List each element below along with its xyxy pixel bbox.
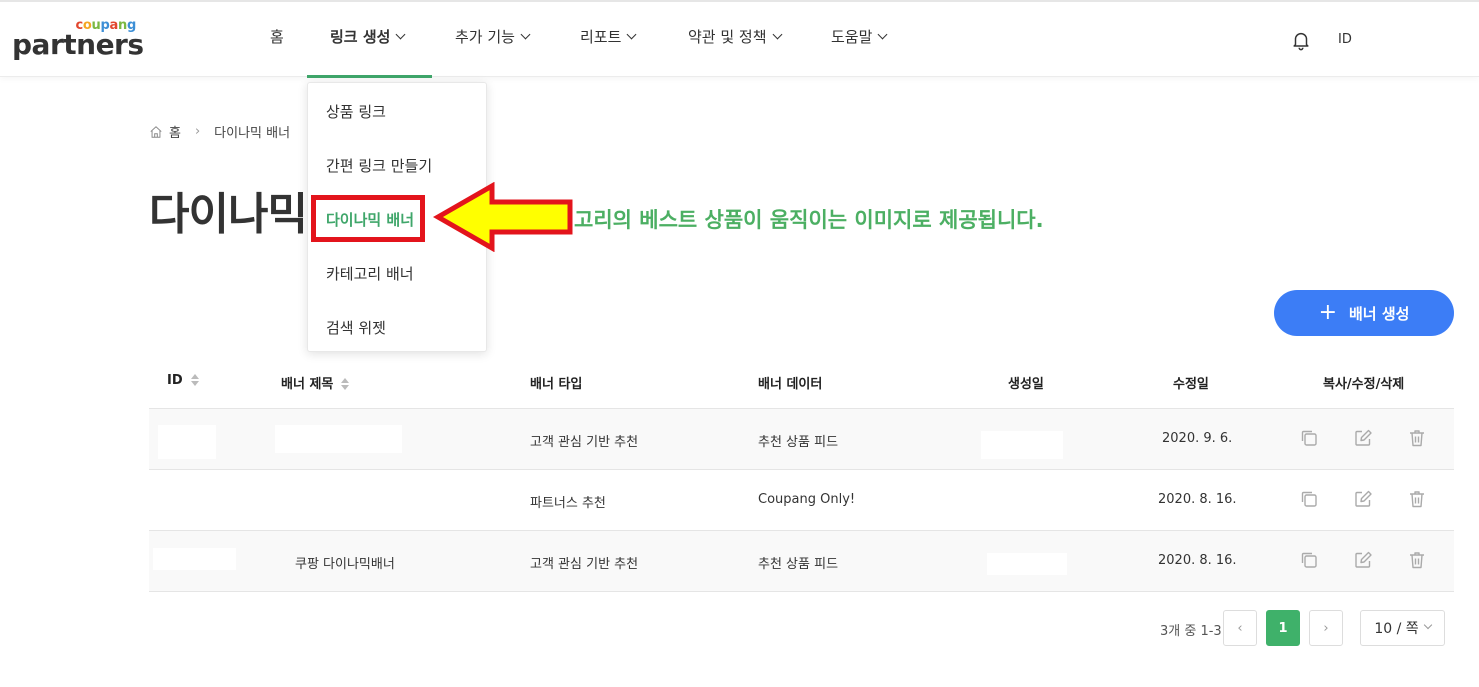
page-description: 고리의 베스트 상품이 움직이는 이미지로 제공됩니다. (574, 208, 1044, 232)
annotation-arrow-icon (432, 182, 573, 252)
plus-icon: + (1318, 299, 1337, 325)
banner-table: ID 배너 제목 배너 타입 배너 데이터 생성일 수정일 복사/수정/삭제 고… (149, 353, 1454, 592)
trash-icon[interactable] (1407, 428, 1427, 448)
copy-icon[interactable] (1299, 428, 1319, 448)
cell-data: 추천 상품 피드 (758, 435, 839, 450)
page-button-current[interactable]: 1 (1266, 610, 1300, 646)
redacted-id (158, 425, 216, 459)
create-banner-label: 배너 생성 (1349, 304, 1410, 323)
column-header-id[interactable]: ID (167, 373, 199, 388)
chevron-right-icon: › (1323, 620, 1329, 636)
chevron-down-icon (877, 29, 888, 40)
create-banner-button[interactable]: + 배너 생성 (1274, 290, 1454, 336)
cell-modified: 2020. 8. 16. (1158, 492, 1237, 507)
nav-item-label: 도움말 (831, 28, 873, 46)
table-row: 쿠팡 다이나믹배너 고객 관심 기반 추천 추천 상품 피드 2020. 8. … (149, 530, 1454, 591)
edit-icon[interactable] (1353, 550, 1373, 570)
page-size-select[interactable]: 10 / 쪽 (1360, 610, 1445, 646)
pagination-info: 3개 중 1-3 (1160, 624, 1222, 639)
nav-item-extra-features[interactable]: 추가 기능 (455, 26, 531, 47)
menu-item-search-widget[interactable]: 검색 위젯 (326, 317, 386, 338)
nav-item-home[interactable]: 홈 (270, 26, 284, 47)
next-page-button[interactable]: › (1309, 610, 1343, 646)
chevron-down-icon (395, 29, 406, 40)
redacted-created (981, 431, 1063, 459)
page-title: 다이나믹 배너 (149, 189, 314, 240)
cell-type: 고객 관심 기반 추천 (530, 557, 639, 572)
nav-item-label: 홈 (270, 28, 284, 46)
sort-icon[interactable] (190, 373, 199, 386)
active-nav-underline (307, 75, 432, 78)
table-row: 파트너스 추천 Coupang Only! 2020. 8. 16. (149, 469, 1454, 530)
logo-partners-text: partners (12, 28, 144, 61)
user-id[interactable]: ID (1338, 32, 1352, 47)
coupang-partners-logo[interactable]: coupang partners (12, 18, 144, 64)
chevron-down-icon (626, 29, 637, 40)
nav-item-label: 추가 기능 (455, 28, 515, 46)
table-header: ID 배너 제목 배너 타입 배너 데이터 생성일 수정일 복사/수정/삭제 (149, 353, 1454, 408)
column-header-modified: 수정일 (1173, 377, 1209, 392)
redacted-title (275, 425, 402, 453)
chevron-left-icon: ‹ (1237, 620, 1243, 636)
cell-type: 파트너스 추천 (530, 496, 606, 511)
sort-icon[interactable] (341, 377, 350, 390)
breadcrumb-separator: › (194, 124, 201, 139)
breadcrumb-current: 다이나믹 배너 (214, 126, 291, 141)
chevron-down-icon (520, 29, 531, 40)
menu-item-category-banner[interactable]: 카테고리 배너 (326, 263, 414, 284)
cell-title[interactable]: 쿠팡 다이나믹배너 (295, 553, 395, 572)
trash-icon[interactable] (1407, 550, 1427, 570)
top-navigation-bar: coupang partners 홈 링크 생성 추가 기능 리포트 약관 및 … (0, 0, 1479, 78)
breadcrumb: 홈 › 다이나믹 배너 (149, 122, 290, 141)
column-header-label: ID (167, 373, 183, 388)
nav-item-label: 링크 생성 (330, 28, 391, 46)
column-header-label: 배너 제목 (281, 377, 334, 392)
chevron-down-icon (772, 29, 782, 40)
nav-item-label: 리포트 (580, 28, 622, 46)
cell-modified: 2020. 8. 16. (1158, 553, 1237, 568)
column-header-actions: 복사/수정/삭제 (1323, 377, 1405, 392)
bell-icon[interactable] (1290, 29, 1312, 51)
trash-icon[interactable] (1407, 489, 1427, 509)
column-header-data: 배너 데이터 (758, 377, 823, 392)
nav-item-help[interactable]: 도움말 (831, 26, 888, 47)
home-icon (150, 125, 162, 138)
column-header-created: 생성일 (1008, 377, 1044, 392)
column-header-type: 배너 타입 (530, 377, 583, 392)
cell-data: Coupang Only! (758, 492, 856, 507)
nav-item-label: 약관 및 정책 (688, 28, 767, 46)
column-header-title[interactable]: 배너 제목 (281, 373, 350, 392)
table-row: 고객 관심 기반 추천 추천 상품 피드 2020. 9. 6. (149, 408, 1454, 469)
menu-item-product-link[interactable]: 상품 링크 (326, 101, 386, 122)
prev-page-button[interactable]: ‹ (1223, 610, 1257, 646)
edit-icon[interactable] (1353, 428, 1373, 448)
redacted-id (153, 548, 236, 570)
page-size-label: 10 / 쪽 (1374, 621, 1419, 637)
redacted-created (987, 553, 1067, 575)
cell-modified: 2020. 9. 6. (1162, 431, 1233, 446)
menu-item-easy-link[interactable]: 간편 링크 만들기 (326, 155, 432, 176)
breadcrumb-home[interactable]: 홈 (169, 122, 181, 141)
table-bottom-border (149, 591, 1454, 592)
copy-icon[interactable] (1299, 489, 1319, 509)
annotation-highlight-box (311, 195, 425, 242)
edit-icon[interactable] (1353, 489, 1373, 509)
cell-data: 추천 상품 피드 (758, 557, 839, 572)
copy-icon[interactable] (1299, 550, 1319, 570)
chevron-down-icon (1423, 620, 1432, 630)
nav-item-terms[interactable]: 약관 및 정책 (688, 26, 782, 47)
nav-item-link-create[interactable]: 링크 생성 (330, 26, 406, 47)
nav-item-report[interactable]: 리포트 (580, 26, 637, 47)
cell-type: 고객 관심 기반 추천 (530, 435, 639, 450)
